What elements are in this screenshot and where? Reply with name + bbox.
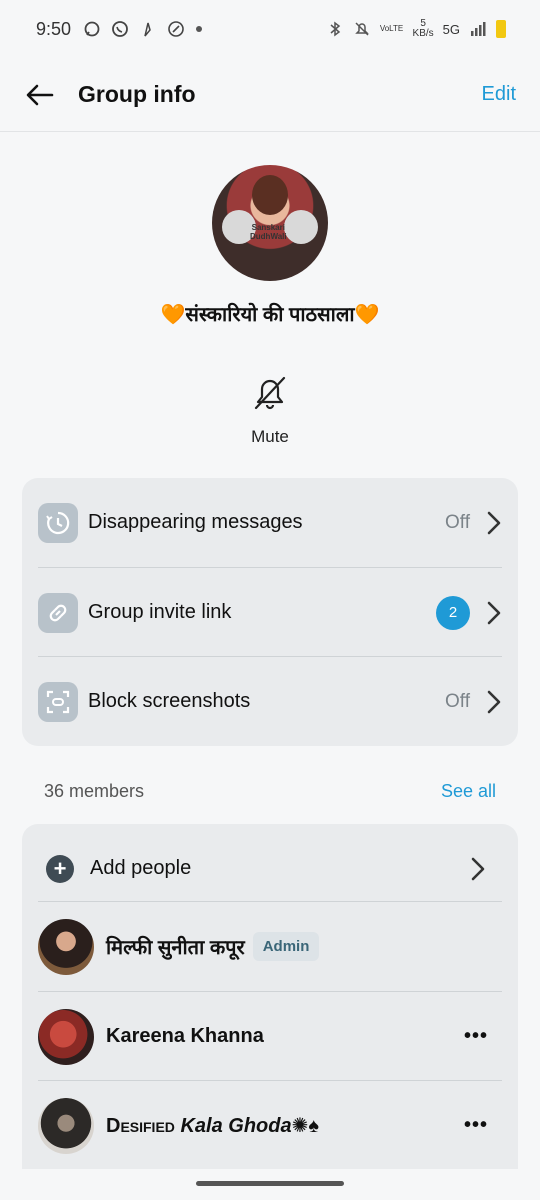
member-name: मिल्फी सुनीता कपूर: [106, 937, 245, 959]
member-name: Desified Kala Ghoda✺♠: [106, 1115, 319, 1137]
members-card: + Add people मिल्फी सुनीता कपूर Admin Ka…: [22, 824, 518, 1169]
members-header: 36 members See all: [44, 778, 496, 804]
bluetooth-icon: [330, 21, 340, 37]
chevron-right-icon: [487, 601, 501, 624]
more-options-icon[interactable]: •••: [464, 1025, 488, 1048]
chevron-right-icon: [487, 511, 501, 534]
more-options-icon[interactable]: •••: [464, 1114, 488, 1137]
block-screenshots-value: Off: [445, 690, 470, 712]
member-row[interactable]: मिल्फी सुनीता कपूर Admin: [38, 902, 502, 991]
status-time: 9:50: [36, 18, 72, 39]
screenshot-block-icon: [46, 690, 70, 713]
members-count: 36 members: [44, 780, 145, 801]
page-title: Group info: [78, 81, 196, 107]
notification-dot-icon: [196, 26, 203, 32]
settings-card: Disappearing messages Off Group invite l…: [22, 478, 518, 746]
disappearing-messages-row[interactable]: Disappearing messages Off: [38, 478, 502, 567]
whatsapp-icon: [112, 21, 128, 37]
avatar: [38, 918, 94, 975]
add-people-label: Add people: [90, 857, 192, 879]
avatar-watermark: Sanskari DudhWali: [250, 223, 287, 241]
group-invite-link-row[interactable]: Group invite link 2: [38, 568, 502, 657]
link-icon: [49, 604, 67, 621]
group-name: 🧡संस्कारियो की पाठसाला🧡: [160, 304, 380, 326]
back-button[interactable]: [24, 79, 56, 111]
battery-icon: [496, 20, 506, 38]
chat-bubble-icon: [84, 21, 100, 37]
avatar: [38, 1097, 94, 1154]
member-row[interactable]: Desified Kala Ghoda✺♠ •••: [38, 1081, 502, 1170]
status-bar: 9:50 VoLTE 5 KB/s 5G: [0, 0, 540, 58]
invite-count-badge: 2: [436, 595, 470, 630]
celebration-icon: [144, 22, 151, 37]
mute-label: Mute: [251, 427, 289, 446]
see-all-button[interactable]: See all: [441, 781, 496, 802]
app-bar: Group info Edit: [0, 58, 540, 132]
group-avatar[interactable]: Sanskari DudhWali: [212, 165, 328, 281]
compass-icon: [168, 21, 184, 37]
admin-badge: Admin: [252, 932, 320, 961]
avatar: [38, 1008, 94, 1065]
add-people-row[interactable]: + Add people: [38, 824, 502, 913]
block-screenshots-row[interactable]: Block screenshots Off: [38, 657, 502, 746]
net-speed: 5 KB/s: [412, 18, 434, 39]
arrow-left-icon: [26, 84, 54, 105]
notifications-off-icon: [354, 22, 369, 36]
block-screenshots-label: Block screenshots: [88, 690, 251, 712]
volte-indicator: VoLTE: [379, 24, 404, 33]
group-invite-link-label: Group invite link: [88, 601, 232, 623]
disappearing-messages-label: Disappearing messages: [88, 511, 303, 533]
disappearing-messages-value: Off: [445, 511, 470, 533]
timer-icon: [46, 511, 70, 534]
bell-off-icon: [254, 376, 286, 410]
home-indicator[interactable]: [196, 1181, 344, 1186]
plus-icon: +: [46, 854, 74, 883]
member-name: Kareena Khanna: [106, 1025, 264, 1047]
signal-icon: [471, 22, 486, 36]
member-row[interactable]: Kareena Khanna •••: [38, 992, 502, 1081]
chevron-right-icon: [487, 690, 501, 713]
chevron-right-icon: [471, 857, 485, 880]
edit-button[interactable]: Edit: [482, 83, 516, 106]
mute-button[interactable]: Mute: [230, 372, 310, 447]
network-type: 5G: [442, 21, 460, 37]
